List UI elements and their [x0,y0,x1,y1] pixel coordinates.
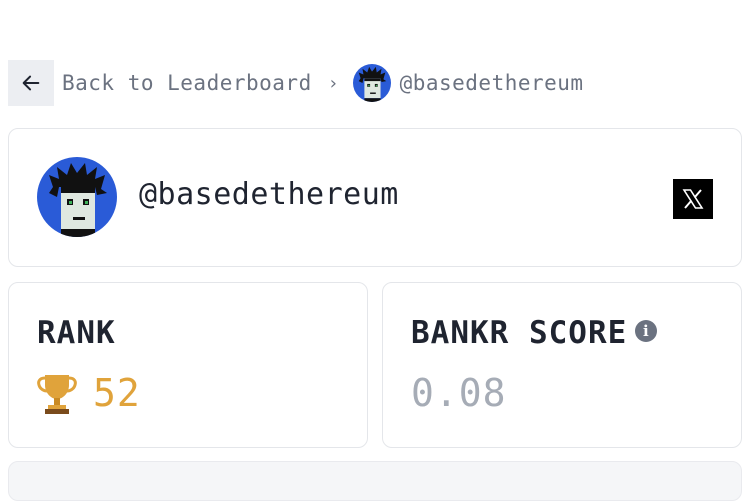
rank-row: 52 [37,371,141,415]
bankr-score-label-row: BANKR SCORE i [411,315,658,351]
breadcrumb-separator: › [327,72,339,94]
score-row: 0.08 [411,371,507,415]
trophy-icon [37,375,77,414]
rank-label: RANK [37,315,116,351]
profile-handle: @basedethereum [139,177,399,212]
info-icon[interactable]: i [635,319,658,342]
profile-card: @basedethereum [8,128,742,267]
arrow-left-icon [22,75,40,91]
breadcrumb-current-handle: @basedethereum [399,71,584,95]
x-logo-icon [682,189,704,209]
bankr-score-label: BANKR SCORE [411,315,628,351]
back-to-leaderboard-link[interactable]: Back to Leaderboard [62,71,312,95]
rank-value: 52 [93,371,141,415]
next-section-card [8,461,742,501]
bankr-score-card: BANKR SCORE i 0.08 [382,282,742,448]
x-profile-link[interactable] [673,179,713,219]
avatar [352,64,391,102]
profile-avatar [37,157,117,237]
breadcrumb: Back to Leaderboard › @basedethereum [8,60,584,106]
back-button[interactable] [8,60,54,106]
bankr-score-value: 0.08 [411,371,507,415]
rank-card: RANK 52 [8,282,368,448]
